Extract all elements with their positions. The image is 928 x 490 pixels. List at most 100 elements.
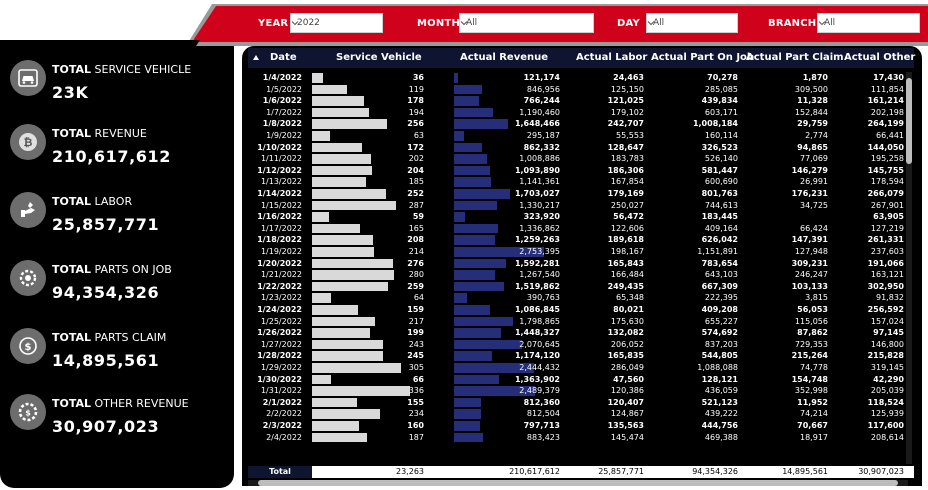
actual-labor-cell: 56,472 <box>613 212 644 222</box>
date-cell: 1/14/2022 <box>257 189 302 198</box>
date-cell: 1/30/2022 <box>257 374 302 384</box>
table-row[interactable]: 1/28/2022 245 1,174,120 165,835 544,805 215,2… <box>248 350 904 362</box>
table-row[interactable]: 1/19/2022 214 2,753,395 198,167 1,151,891 127… <box>248 246 904 258</box>
kpi-value: 30,907,023 <box>52 417 160 436</box>
service-vehicle-cell: 214 <box>408 247 424 256</box>
table-row[interactable]: 1/26/2022 199 1,448,327 132,082 574,692 87,86… <box>248 327 904 339</box>
actual-labor-cell: 206,052 <box>610 339 644 349</box>
column-header-service-vehicle[interactable]: Service Vehicle <box>336 52 422 63</box>
actual-labor-cell: 65,348 <box>616 293 644 303</box>
actual-part-on-job-cell: 128,121 <box>701 374 738 384</box>
table-row[interactable]: 2/1/2022 155 812,360 120,407 521,123 11,952 11… <box>248 397 904 409</box>
table-row[interactable]: 2/3/2022 160 797,713 135,563 444,756 70,667 11… <box>248 420 904 432</box>
actual-other-cell: 319,145 <box>870 363 904 372</box>
actual-part-claim-cell: 18,917 <box>800 432 828 442</box>
actual-revenue-cell: 1,363,902 <box>514 374 560 384</box>
table-row[interactable]: 1/15/2022 287 1,330,217 250,027 744,613 34,72… <box>248 200 904 212</box>
actual-revenue-cell: 883,423 <box>526 432 560 442</box>
actual-labor-cell: 80,021 <box>613 305 644 314</box>
table-row[interactable]: 1/23/2022 64 390,763 65,348 222,395 3,815 91,8… <box>248 292 904 304</box>
service-vehicle-cell: 160 <box>407 421 424 430</box>
column-header-actual-other[interactable]: Actual Other <box>844 52 915 63</box>
actual-revenue-cell: 2,070,645 <box>519 339 560 349</box>
service-vehicle-cell: 287 <box>408 200 424 210</box>
date-cell: 1/23/2022 <box>260 293 302 303</box>
table-row[interactable]: 1/18/2022 208 1,259,263 189,618 626,042 147,3… <box>248 234 904 246</box>
date-cell: 1/21/2022 <box>260 270 302 280</box>
column-header-date[interactable]: Date <box>270 52 297 63</box>
kpi-value: 210,617,612 <box>52 147 171 166</box>
service-vehicle-cell: 217 <box>408 316 424 326</box>
kpi-value: 25,857,771 <box>52 215 160 234</box>
actual-revenue-cell: 1,519,862 <box>514 281 560 291</box>
actual-other-cell: 111,854 <box>870 84 904 94</box>
column-header-actual-part-on-job[interactable]: Actual Part On Job <box>651 52 754 63</box>
table-row[interactable]: 1/20/2022 276 1,592,281 165,843 783,654 309,2… <box>248 258 904 270</box>
vertical-scrollbar-thumb[interactable] <box>906 78 912 164</box>
service-vehicle-cell: 276 <box>407 258 424 268</box>
table-row[interactable]: 1/14/2022 252 1,703,027 179,169 801,763 176,2… <box>248 188 904 200</box>
sort-ascending-icon[interactable] <box>252 54 260 62</box>
horizontal-scrollbar[interactable] <box>248 480 908 486</box>
chevron-down-icon <box>647 21 655 26</box>
kpi-title: TOTAL SERVICE VEHICLE <box>52 63 192 76</box>
total-actual-labor: 25,857,771 <box>598 467 644 476</box>
table-row[interactable]: 1/17/2022 165 1,336,862 122,606 409,164 66,42… <box>248 223 904 235</box>
table-row[interactable]: 1/27/2022 243 2,070,645 206,052 837,203 729,3… <box>248 339 904 351</box>
day-dropdown[interactable]: All <box>646 13 738 33</box>
branch-dropdown[interactable]: All <box>817 13 920 33</box>
vertical-scrollbar[interactable] <box>906 72 912 464</box>
actual-other-cell: 302,950 <box>867 281 904 291</box>
actual-part-on-job-cell: 574,692 <box>701 328 738 338</box>
day-filter: DAY <box>617 13 640 33</box>
column-header-actual-revenue[interactable]: Actual Revenue <box>460 52 548 63</box>
table-row[interactable]: 1/11/2022 202 1,008,886 183,783 526,140 77,06… <box>248 153 904 165</box>
actual-part-claim-cell: 34,725 <box>800 200 828 210</box>
actual-part-claim-cell: 56,053 <box>797 305 828 314</box>
date-cell: 1/24/2022 <box>257 305 302 314</box>
actual-revenue-cell: 1,592,281 <box>514 258 560 268</box>
service-vehicle-cell: 194 <box>408 107 424 117</box>
table-row[interactable]: 1/30/2022 66 1,363,902 47,560 128,121 154,748… <box>248 374 904 386</box>
month-dropdown[interactable]: All <box>459 13 594 33</box>
year-filter: YEAR <box>258 13 288 33</box>
actual-part-on-job-cell: 160,114 <box>704 131 738 140</box>
actual-labor-cell: 242,707 <box>607 119 644 129</box>
actual-part-on-job-cell: 744,613 <box>704 200 738 210</box>
actual-labor-cell: 179,169 <box>607 189 644 198</box>
table-row[interactable]: 1/22/2022 259 1,519,862 249,435 667,309 103,1… <box>248 281 904 293</box>
actual-revenue-cell: 1,267,540 <box>519 270 560 280</box>
service-vehicle-cell: 64 <box>413 293 424 303</box>
table-total-row: Total 23,263 210,617,612 25,857,771 94,3… <box>248 466 914 478</box>
gear-dollar-icon: $ <box>10 394 46 430</box>
actual-labor-cell: 120,386 <box>610 386 644 396</box>
table-row[interactable]: 1/16/2022 59 323,920 56,472 183,445 63,905 <box>248 211 904 223</box>
year-dropdown[interactable]: 2022 <box>290 13 383 33</box>
table-row[interactable]: 1/8/2022 256 1,648,466 242,707 1,008,184 29,7… <box>248 118 904 130</box>
table-row[interactable]: 1/7/2022 194 1,190,460 179,102 603,171 152,84… <box>248 107 904 119</box>
table-row[interactable]: 1/21/2022 280 1,267,540 166,484 643,103 246,2… <box>248 269 904 281</box>
table-row[interactable]: 1/6/2022 178 766,244 121,025 439,834 11,328 16… <box>248 95 904 107</box>
table-row[interactable]: 1/12/2022 204 1,093,890 186,306 581,447 146,2… <box>248 165 904 177</box>
date-cell: 1/19/2022 <box>260 247 302 256</box>
actual-part-on-job-cell: 600,690 <box>704 177 738 187</box>
column-header-actual-labor[interactable]: Actual Labor <box>576 52 647 63</box>
total-label: Total <box>248 466 312 478</box>
kpi-parts-claim: $ TOTAL PARTS CLAIM 14,895,561 <box>10 328 228 392</box>
table-row[interactable]: 1/4/2022 36 121,174 24,463 70,278 1,870 17,430 <box>248 72 904 84</box>
table-row[interactable]: 2/4/2022 187 883,423 145,474 469,388 18,917 20… <box>248 432 904 444</box>
table-row[interactable]: 1/10/2022 172 862,332 128,647 326,523 94,865 1… <box>248 142 904 154</box>
table-row[interactable]: 1/13/2022 185 1,141,361 167,854 600,690 26,99… <box>248 176 904 188</box>
gear-parts-icon <box>10 260 46 296</box>
table-row[interactable]: 1/31/2022 336 2,489,379 120,386 436,059 352,9… <box>248 385 904 397</box>
table-row[interactable]: 1/9/2022 63 295,187 55,553 160,114 2,774 66,44… <box>248 130 904 142</box>
column-header-actual-part-claim[interactable]: Actual Part Claim <box>746 52 844 63</box>
horizontal-scrollbar-thumb[interactable] <box>258 480 898 486</box>
table-row[interactable]: 1/24/2022 159 1,086,845 80,021 409,208 56,053… <box>248 304 904 316</box>
table-row[interactable]: 1/29/2022 305 2,444,432 286,049 1,088,088 74,… <box>248 362 904 374</box>
svg-text:$: $ <box>25 342 32 353</box>
table-row[interactable]: 1/5/2022 119 846,956 125,150 285,085 309,500 1… <box>248 84 904 96</box>
service-vehicle-cell: 243 <box>408 339 424 349</box>
table-row[interactable]: 1/25/2022 217 1,798,865 175,630 655,227 115,0… <box>248 316 904 328</box>
table-row[interactable]: 2/2/2022 234 812,504 124,867 439,222 74,214 12… <box>248 408 904 420</box>
